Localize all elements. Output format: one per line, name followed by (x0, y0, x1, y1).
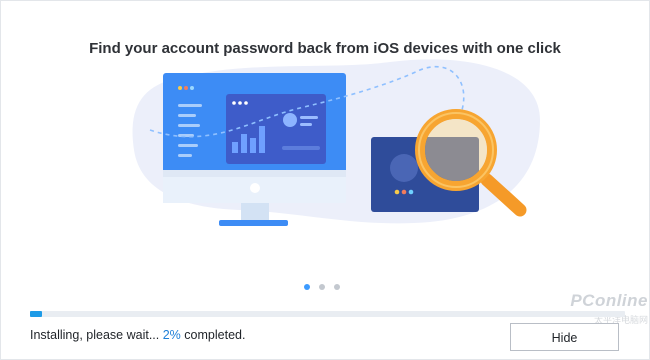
hide-button[interactable]: Hide (510, 323, 619, 351)
carousel-pager (304, 284, 340, 290)
status-suffix: completed. (184, 328, 246, 342)
carousel-dot[interactable] (304, 284, 310, 290)
progress-fill (30, 311, 42, 317)
status-text: Installing, please wait... 2% completed. (30, 328, 245, 342)
carousel-dot[interactable] (334, 284, 340, 290)
carousel-dot[interactable] (319, 284, 325, 290)
status-percent: 2% (162, 328, 181, 342)
illustration (132, 59, 540, 226)
progress-bar (30, 311, 625, 317)
watermark-logo: PConline (570, 291, 648, 310)
status-prefix: Installing, please wait... (30, 328, 160, 342)
